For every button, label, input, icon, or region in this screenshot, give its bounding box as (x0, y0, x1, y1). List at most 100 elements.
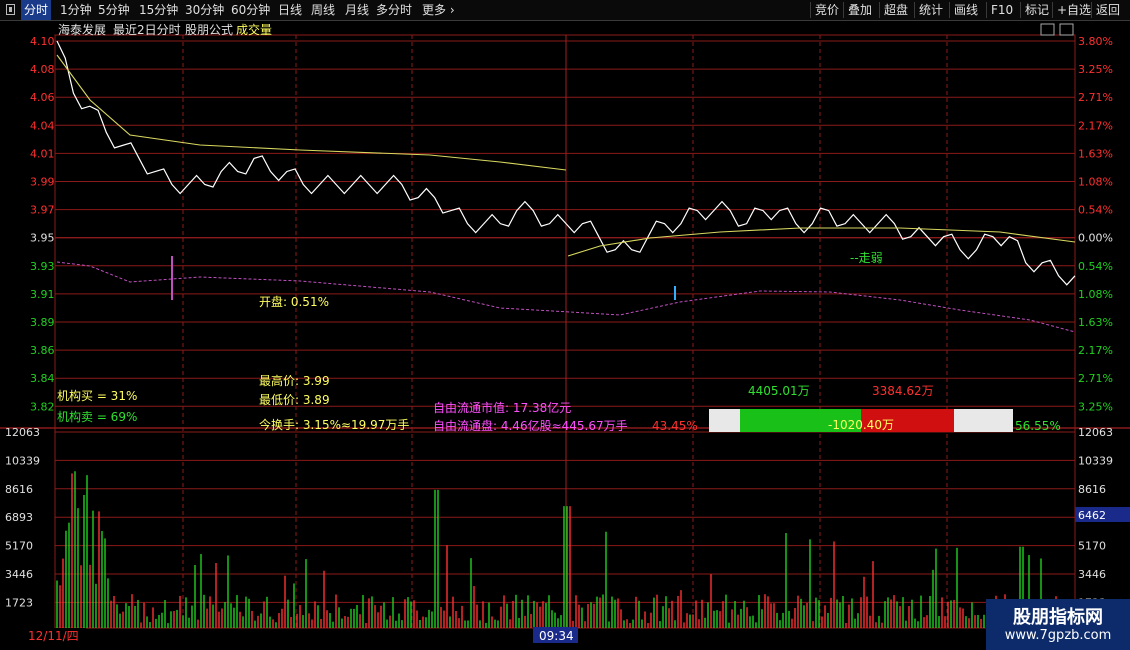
toolbar-button-5[interactable]: 画线 (954, 0, 978, 20)
toolbar-button-4[interactable]: 统计 (919, 0, 943, 20)
toolbar-button-2[interactable]: 叠加 (848, 0, 872, 20)
volume-tick-left: 12063 (5, 426, 40, 439)
toolbar-divider (879, 2, 880, 18)
price-tick-left: 4.01 (30, 147, 55, 160)
volume-tick-right: 10339 (1078, 454, 1113, 467)
volume-tick-left: 1723 (5, 596, 33, 609)
pct-tick-right: 3.25% (1078, 63, 1113, 76)
volume-tick-left: 5170 (5, 540, 33, 553)
turnover-label: 今换手: 3.15%≈19.97万手 (259, 417, 409, 432)
volume-tick-right: 8616 (1078, 483, 1106, 496)
tab-9[interactable]: 月线 (345, 0, 369, 20)
toolbar-button-9[interactable]: 返回 (1096, 0, 1120, 20)
toolbar-divider (986, 2, 987, 18)
volume-tick-left: 3446 (5, 568, 33, 581)
expand-icon[interactable] (1059, 23, 1074, 36)
volume-tick-left: 10339 (5, 454, 40, 467)
tab-1[interactable]: 分时 (21, 0, 52, 20)
toolbar-button-3[interactable]: 超盘 (884, 0, 908, 20)
price-tick-left: 3.84 (30, 372, 55, 385)
watermark-title: 股朋指标网 (1013, 607, 1103, 628)
volume-tick-left: 6893 (5, 511, 33, 524)
watermark-logo: 股朋指标网 www.7gpzb.com (986, 599, 1130, 650)
tab-2[interactable]: 1分钟 (60, 0, 92, 20)
price-tick-left: 3.91 (30, 288, 55, 301)
toolbar-divider (949, 2, 950, 18)
status-footer (0, 643, 986, 650)
settings-icon[interactable] (1040, 23, 1055, 36)
avg-price-line-day2 (567, 227, 1076, 257)
chart-mode: 最近2日分时 (113, 23, 181, 37)
price-tick-left: 3.99 (30, 176, 55, 189)
net-amount: -1020.40万 (828, 418, 894, 432)
toolbar-divider (1020, 2, 1021, 18)
price-tick-left: 3.89 (30, 316, 55, 329)
toolbar-button-6[interactable]: F10 (991, 0, 1013, 20)
stock-name: 海泰发展 (58, 22, 106, 37)
cursor-time: 09:34 (539, 629, 574, 643)
sell-percent: 43.45% (652, 419, 698, 433)
volume-tick-right: 5170 (1078, 540, 1106, 553)
pct-tick-right: 2.71% (1078, 91, 1113, 104)
free-float-mcap: 自由流通市值: 17.38亿元 (433, 400, 571, 415)
tab-8[interactable]: 周线 (311, 0, 335, 20)
tab-7[interactable]: 日线 (278, 0, 302, 20)
buy-amount: 4405.01万 (748, 384, 810, 398)
tab-6[interactable]: 60分钟 (231, 0, 270, 20)
free-float-shares: 自由流通盘: 4.46亿股≈445.67万手 (433, 418, 628, 433)
flow-bar-left-gray (709, 409, 740, 432)
pct-tick-right: 0.54% (1078, 260, 1113, 273)
low-price-label: 最低价: 3.89 (259, 393, 330, 407)
price-tick-left: 3.82 (30, 400, 55, 413)
tab-4[interactable]: 15分钟 (139, 0, 178, 20)
tab-5[interactable]: 30分钟 (185, 0, 224, 20)
buy-percent: 56.55% (1015, 419, 1061, 433)
pct-tick-right: 1.63% (1078, 316, 1113, 329)
toolbar-divider (810, 2, 811, 18)
volume-tick-right: 3446 (1078, 568, 1106, 581)
tab-3[interactable]: 5分钟 (98, 0, 130, 20)
pct-tick-right: 1.63% (1078, 147, 1113, 160)
intraday-chart: 4.10 3.80% 4.08 3.25% 4.06 2.71% 4.04 2.17% 4.01… (0, 22, 1130, 643)
pct-tick-right: 3.25% (1078, 400, 1113, 413)
grid-lines (0, 34, 1130, 629)
price-tick-left: 3.95 (30, 232, 55, 245)
pct-tick-right: 2.17% (1078, 344, 1113, 357)
avg-price-line-day1 (56, 54, 567, 171)
watermark-url: www.7gpzb.com (1004, 628, 1112, 643)
pct-tick-right: 2.71% (1078, 372, 1113, 385)
price-tick-left: 3.97 (30, 204, 55, 217)
pct-tick-right: 1.08% (1078, 176, 1113, 189)
institution-buy-label: 机构买 = 31% (57, 388, 137, 403)
toolbar-divider (843, 2, 844, 18)
period-toolbar: 分时 1分钟 5分钟 15分钟 30分钟 60分钟 日线 周线 月线 多分时 更多 › 竞价 叠加 超盘统… (0, 0, 1130, 21)
flow-bar-right-gray (954, 409, 1013, 432)
chart-frame (54, 34, 1076, 629)
pct-tick-right: 3.80% (1078, 35, 1113, 48)
toolbar-divider (1091, 2, 1092, 18)
toolbar-divider (1052, 2, 1053, 18)
pct-tick-right: 1.08% (1078, 288, 1113, 301)
formula-name: 股朋公式 (185, 23, 233, 37)
price-tick-left: 4.10 (30, 35, 55, 48)
price-tick-left: 3.93 (30, 260, 55, 273)
pct-tick-right: 2.17% (1078, 119, 1113, 132)
pct-tick-right: 0.00% (1078, 232, 1113, 245)
toolbar-button-7[interactable]: 标记 (1025, 0, 1049, 20)
volume-tick-left: 8616 (5, 483, 33, 496)
date-label: 12/11/四 (28, 629, 79, 643)
toolbar-button-8[interactable]: +自选 (1057, 0, 1091, 20)
price-tick-left: 4.08 (30, 63, 55, 76)
collapse-icon[interactable] (6, 4, 15, 15)
price-tick-left: 3.86 (30, 344, 55, 357)
toolbar-divider (914, 2, 915, 18)
toolbar-button-1[interactable]: 竞价 (815, 0, 839, 20)
current-volume-value: 6462 (1078, 509, 1106, 522)
volume-tick-right: 12063 (1078, 426, 1113, 439)
tab-10[interactable]: 多分时 (376, 0, 412, 20)
sell-amount: 3384.62万 (872, 384, 934, 398)
trend-label: --走弱 (850, 251, 883, 265)
tab-11[interactable]: 更多 › (422, 0, 455, 20)
price-tick-left: 4.06 (30, 91, 55, 104)
price-tick-left: 4.04 (30, 119, 55, 132)
